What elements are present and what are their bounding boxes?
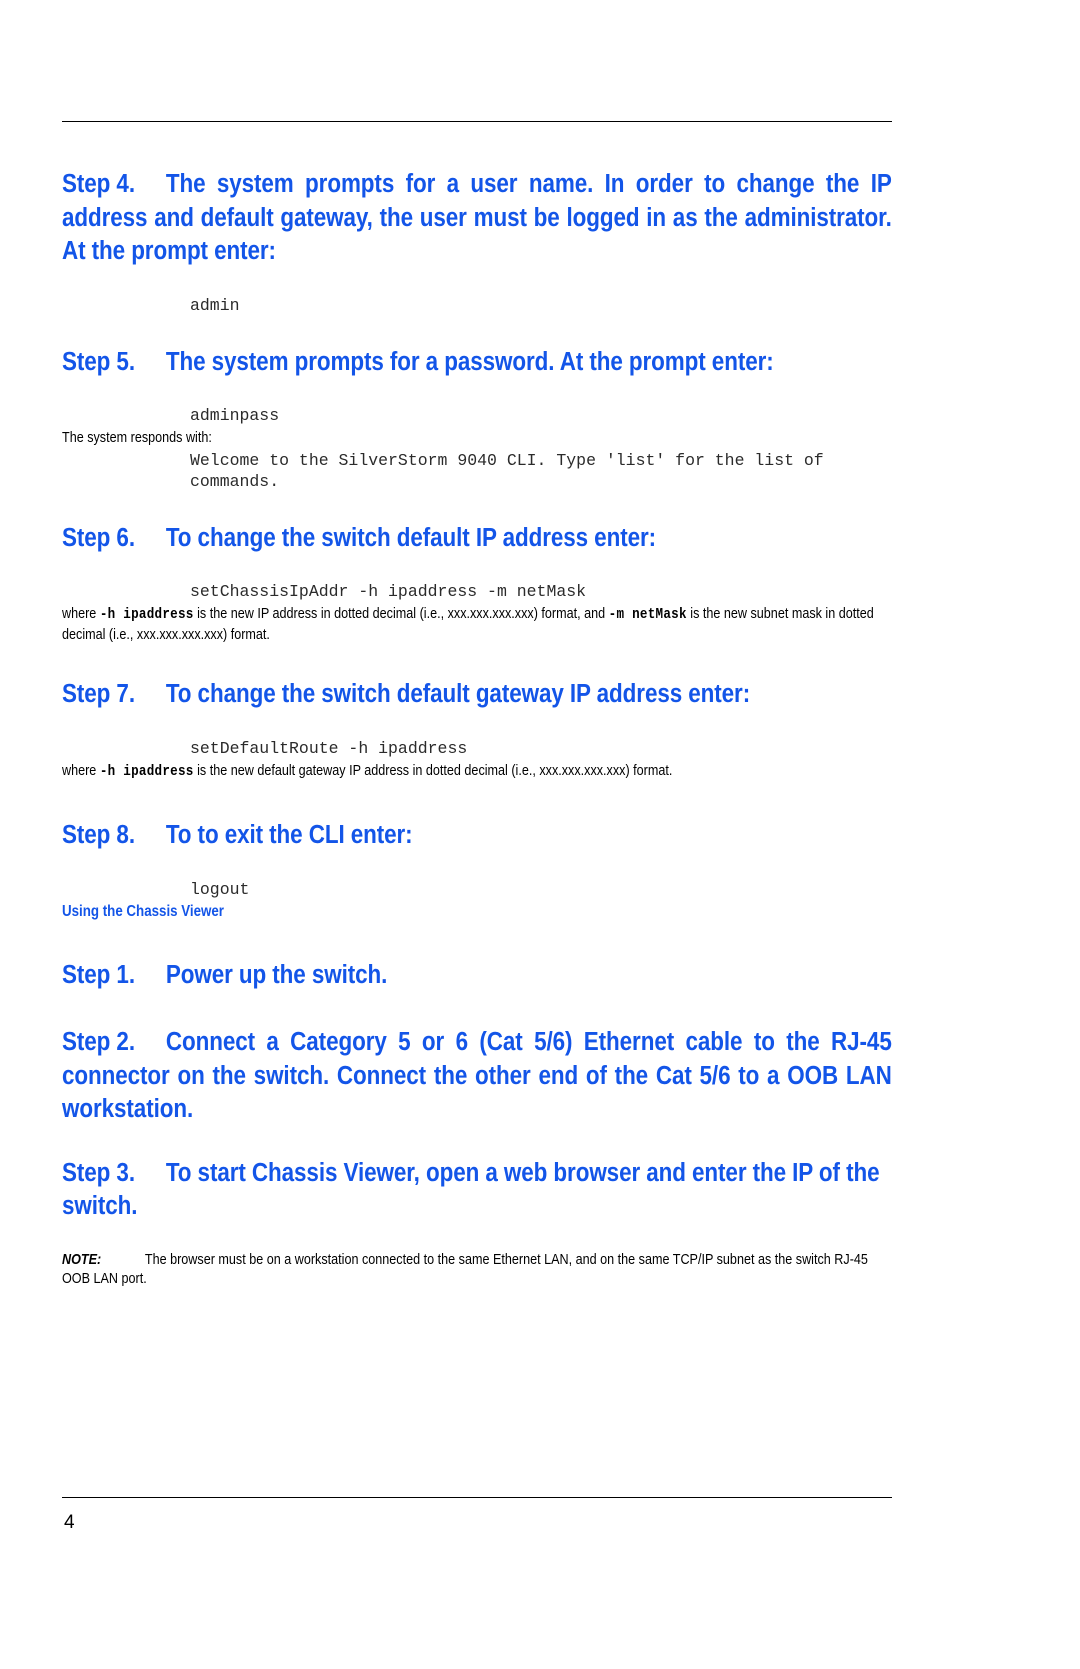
section-step-3-heading: Step 3. To start Chassis Viewer, open a w…	[62, 1157, 892, 1224]
header-rule	[62, 121, 892, 122]
step-8-code: logout	[190, 879, 250, 899]
step-6-code: setChassisIpAddr -h ipaddress -m netMask	[190, 582, 587, 601]
step-5-text: The system prompts for a password. At th…	[165, 347, 774, 376]
step-8-text: To to exit the CLI enter:	[165, 821, 413, 849]
step-8-heading: Step 8. To to exit the CLI enter:	[62, 819, 892, 853]
step-7-where-note: where -h ipaddress is the new default ga…	[62, 761, 892, 782]
step-5-code: adminpass	[190, 406, 280, 425]
where7-text-1: where	[62, 761, 100, 779]
step-4-heading: Step 4. The system prompts for a user nam…	[62, 168, 892, 269]
step-8-number: Step 8.	[62, 821, 135, 849]
step-6-number: Step 6.	[62, 523, 135, 552]
where7-text-2: is the new default gateway IP address in…	[193, 761, 673, 779]
section-step-2-number: Step 2.	[62, 1028, 135, 1056]
page-content: Step 4. The system prompts for a user nam…	[62, 168, 892, 1289]
step-4-number: Step 4.	[62, 170, 135, 198]
where-text-1: where	[62, 605, 100, 622]
where-mono-2: -m netMask	[608, 606, 687, 623]
note-block: NOTE: The browser must be on a workstatio…	[62, 1250, 892, 1289]
section-step-3-number: Step 3.	[62, 1158, 135, 1187]
section-heading-using-the-chassis-viewer: Using the Chassis Viewer	[62, 902, 225, 920]
where7-mono-1: -h ipaddress	[99, 762, 194, 780]
note-label: NOTE:	[62, 1250, 102, 1268]
step-5-responds-label: The system responds with:	[62, 429, 212, 446]
where-text-2: is the new IP address in dotted decimal …	[193, 605, 609, 622]
section-step-1-heading: Step 1. Power up the switch.	[62, 959, 892, 993]
step-5-response: Welcome to the SilverStorm 9040 CLI. Typ…	[190, 450, 824, 491]
note-text: The browser must be on a workstation con…	[62, 1250, 868, 1288]
section-step-2-heading: Step 2. Connect a Category 5 or 6 (Cat 5/…	[62, 1026, 892, 1127]
document-page: Step 4. The system prompts for a user nam…	[0, 0, 1080, 1669]
footer-rule	[62, 1497, 892, 1498]
section-step-1-text: Power up the switch.	[165, 960, 388, 989]
step-5-heading: Step 5. The system prompts for a password…	[62, 346, 892, 380]
section-step-2-text: Connect a Category 5 or 6 (Cat 5/6) Ethe…	[62, 1028, 892, 1123]
step-4-code: admin	[190, 295, 240, 315]
step-7-text: To change the switch default gateway IP …	[165, 680, 751, 708]
step-4-text: The system prompts for a user name. In o…	[62, 170, 892, 265]
step-6-text: To change the switch default IP address …	[165, 523, 656, 552]
page-number: 4	[64, 1512, 75, 1533]
step-6-heading: Step 6. To change the switch default IP a…	[62, 522, 892, 556]
section-step-3-text: To start Chassis Viewer, open a web brow…	[62, 1158, 880, 1221]
step-7-number: Step 7.	[62, 680, 135, 708]
step-7-heading: Step 7. To change the switch default gate…	[62, 678, 892, 712]
step-7-code: setDefaultRoute -h ipaddress	[190, 738, 468, 758]
step-6-where-note: where -h ipaddress is the new IP address…	[62, 604, 892, 644]
where-mono-1: -h ipaddress	[99, 606, 194, 623]
step-5-number: Step 5.	[62, 347, 135, 376]
section-step-1-number: Step 1.	[62, 960, 135, 989]
